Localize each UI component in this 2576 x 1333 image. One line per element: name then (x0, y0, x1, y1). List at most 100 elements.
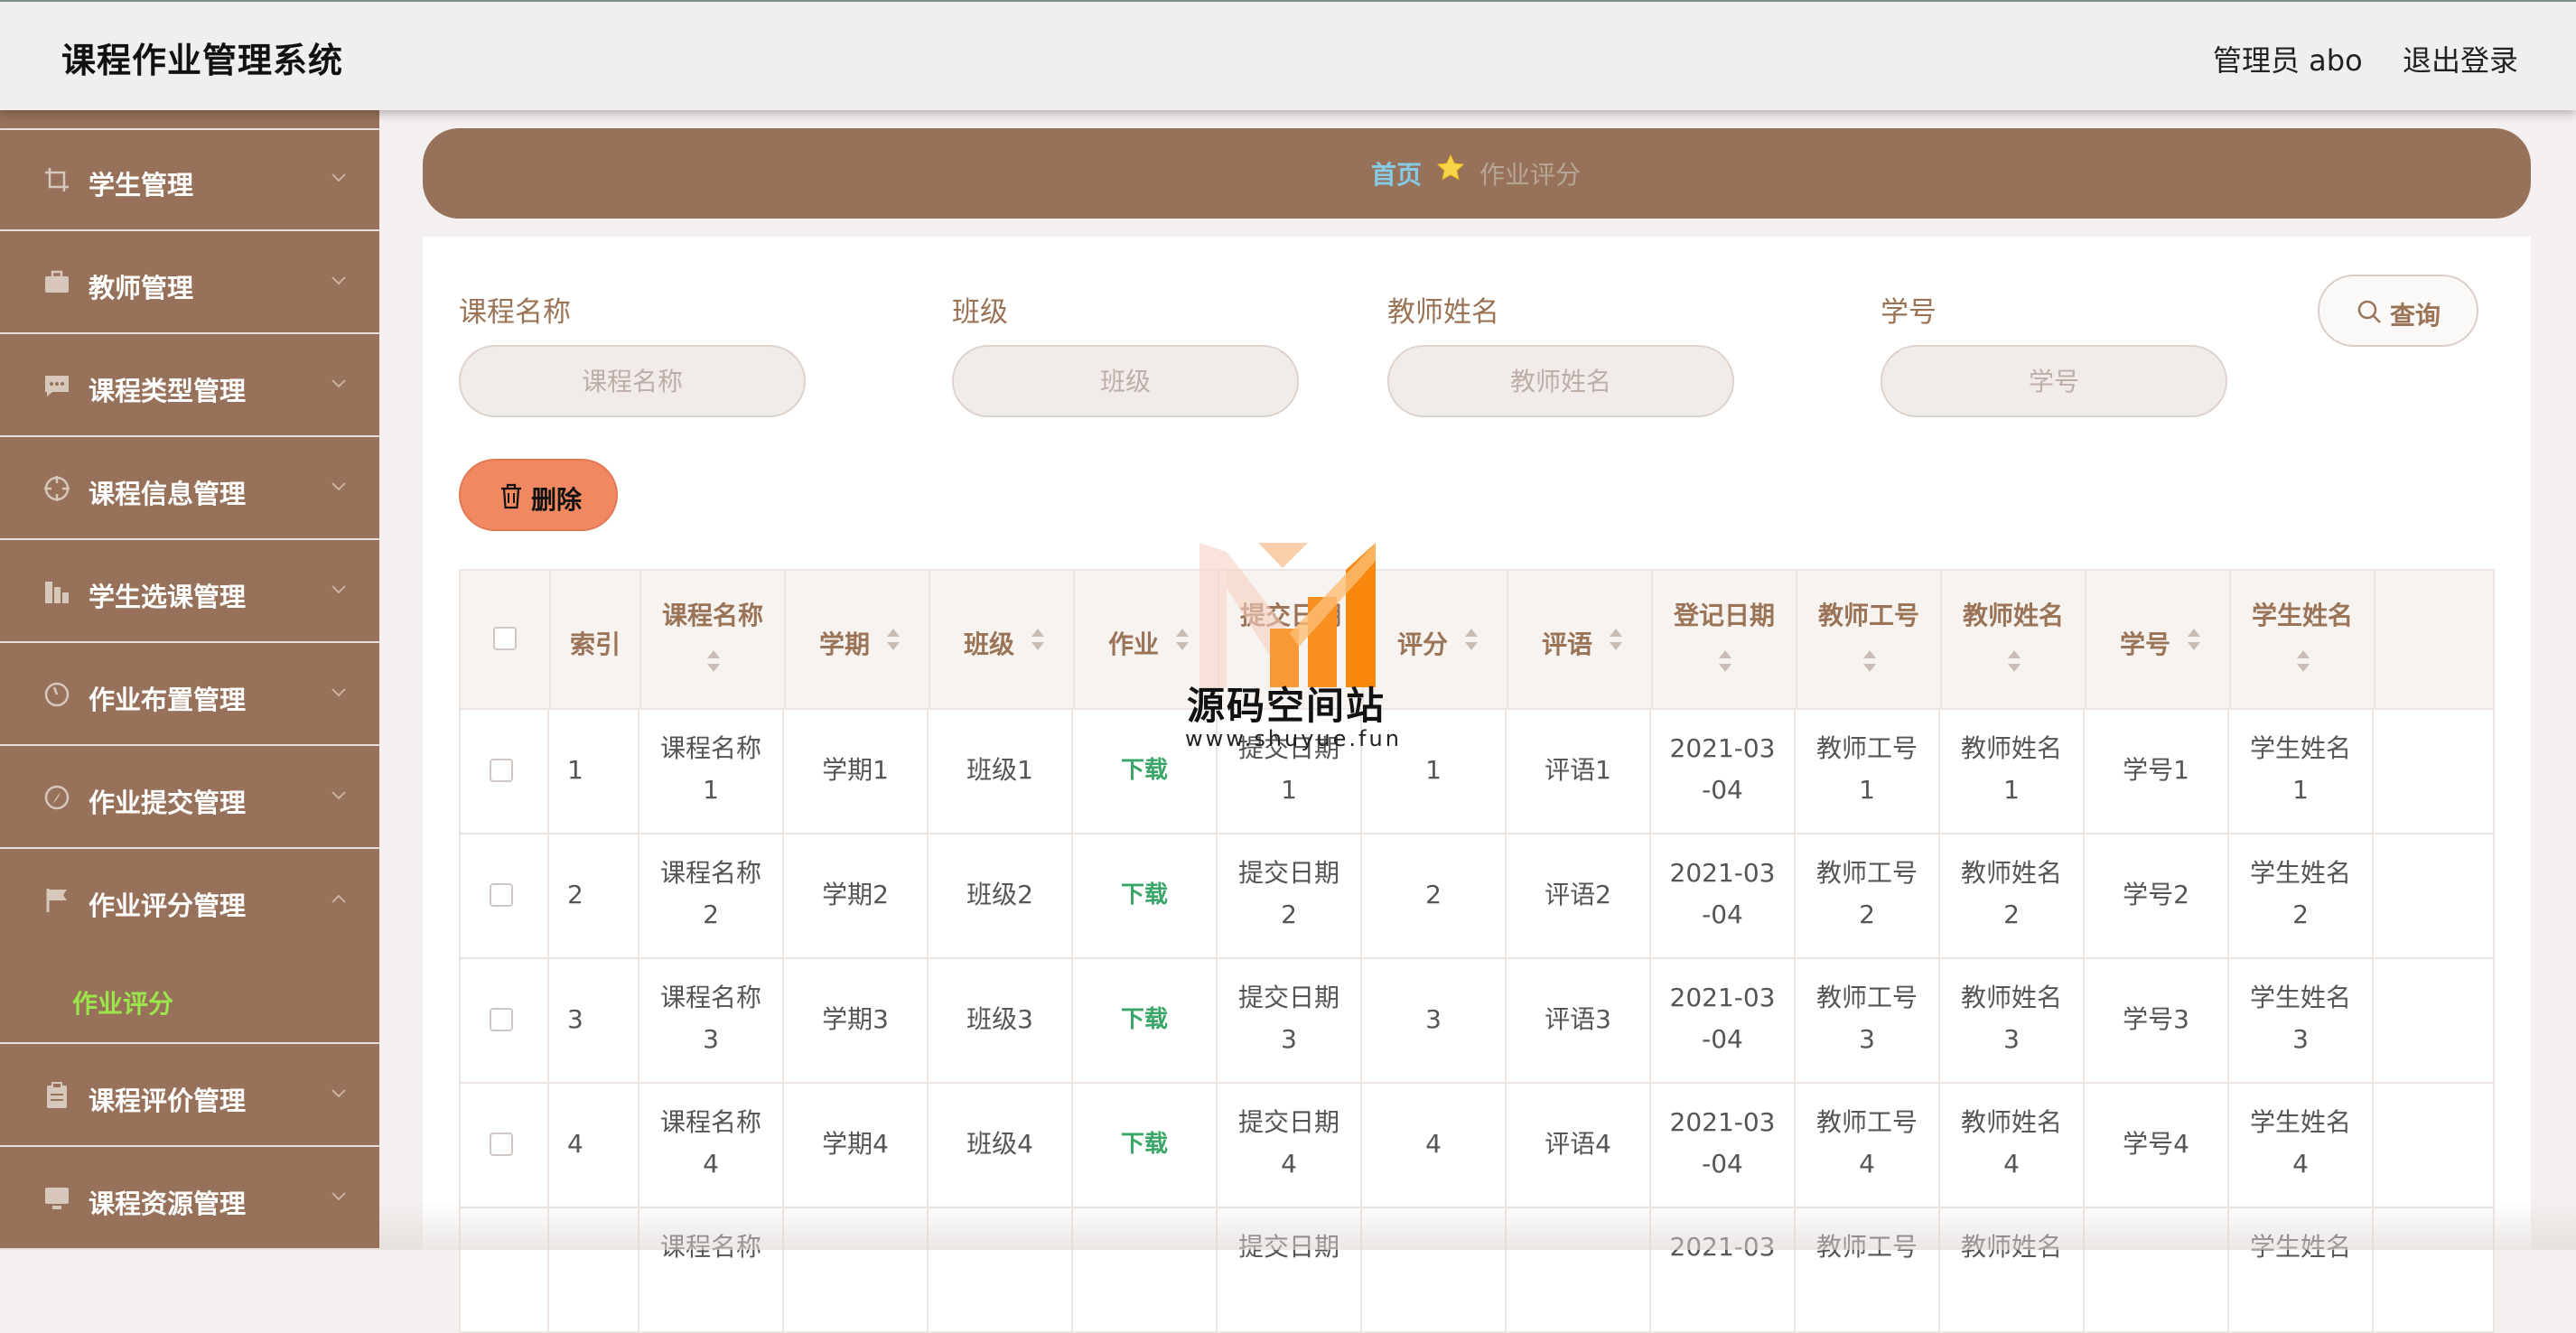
cell-submit-date: 提交日期 (1237, 858, 1339, 888)
column-header-register-date[interactable]: 登记日期 (1653, 571, 1797, 712)
cell-submit-date: 提交日期 (1237, 983, 1339, 1012)
gauge-icon (44, 682, 70, 707)
sidebar-item-grading[interactable]: 作业评分管理 作业评分 (0, 851, 379, 1044)
sidebar-item-label: 学生管理 (89, 170, 194, 200)
watermark-url: www.shuyue.fun (1185, 726, 1402, 751)
breadcrumb-home-link[interactable]: 首页 (1371, 155, 1422, 191)
sidebar-item-label: 课程信息管理 (89, 479, 247, 509)
admin-user-label: 管理员 abo (2213, 43, 2363, 78)
sidebar-item-course-type[interactable]: 课程类型管理 (0, 336, 379, 437)
column-header-class[interactable]: 班级 (930, 571, 1075, 712)
select-all-checkbox[interactable] (493, 627, 517, 650)
chevron-down-icon (331, 379, 346, 388)
sidebar: 学生管理 教师管理 课程类型管理 课程信息管理 学生选课管理 作业布置管理 作业… (0, 110, 379, 1250)
sort-icon[interactable] (1717, 648, 1733, 674)
cell-teacher-no: 教师工号 (1815, 858, 1918, 888)
star-icon (1436, 154, 1465, 181)
sort-icon[interactable] (1862, 648, 1878, 674)
cell-student-name-num: 1 (2292, 775, 2309, 805)
column-header-comment[interactable]: 评语 (1508, 571, 1653, 712)
sidebar-item-submit[interactable]: 作业提交管理 (0, 748, 379, 849)
cell-submit-date-num: 3 (1281, 1024, 1297, 1054)
chevron-down-icon (331, 173, 346, 182)
column-header-course[interactable]: 课程名称 (641, 571, 786, 712)
sort-icon[interactable] (705, 648, 722, 674)
column-header-teacher-no[interactable]: 教师工号 (1797, 571, 1942, 712)
course-name-input[interactable] (459, 345, 806, 417)
row-checkbox[interactable] (490, 883, 513, 907)
sort-icon[interactable] (2295, 648, 2311, 674)
crop-icon (45, 168, 69, 191)
sort-icon[interactable] (2006, 648, 2022, 674)
row-checkbox[interactable] (490, 759, 513, 782)
flag-icon (46, 889, 67, 912)
cell-register-date: 2021-03 (1669, 858, 1776, 888)
cell-course: 课程名称 (659, 733, 761, 763)
cell-course: 课程名称 (659, 858, 761, 888)
sidebar-item-hidden (0, 110, 379, 130)
watermark-title: 源码空间站 (1187, 684, 1386, 728)
cell-submit-date-num: 2 (1281, 900, 1297, 929)
sidebar-item-student[interactable]: 学生管理 (0, 130, 379, 231)
cell-score: 2 (1425, 880, 1442, 909)
cell-teacher-no: 教师工号 (1815, 983, 1918, 1012)
sort-icon[interactable] (1030, 627, 1046, 652)
column-header-index[interactable]: 索引 (551, 571, 641, 712)
student-no-input[interactable] (1881, 345, 2227, 417)
cell-register-date: 2021-03 (1669, 733, 1776, 763)
column-header-student-no[interactable]: 学号 (2086, 571, 2231, 712)
cell-comment: 评语1 (1545, 755, 1611, 785)
sidebar-item-course-select[interactable]: 学生选课管理 (0, 542, 379, 643)
column-header-term[interactable]: 学期 (786, 571, 930, 712)
sort-icon[interactable] (885, 627, 901, 652)
download-link[interactable]: 下载 (1073, 874, 1216, 916)
cell-teacher-no: 教师工号 (1815, 1107, 1918, 1137)
sidebar-subitem-grading[interactable]: 作业评分 (72, 984, 173, 1021)
column-header-teacher-name[interactable]: 教师姓名 (1942, 571, 2086, 712)
table-row[interactable]: 4 课程名称 4 学期4 班级4 下载 提交日期 4 4 评语4 2021-03 -0… (459, 1084, 2495, 1208)
cell-register-date: 2021-03 (1669, 1107, 1776, 1137)
sidebar-item-teacher[interactable]: 教师管理 (0, 233, 379, 334)
sidebar-item-label: 作业提交管理 (89, 788, 247, 818)
chevron-down-icon (331, 791, 346, 800)
table-row[interactable]: 2 课程名称 2 学期2 班级2 下载 提交日期 2 2 评语2 2021-03 -0… (459, 834, 2495, 959)
sidebar-item-label: 课程资源管理 (89, 1189, 247, 1219)
sort-icon[interactable] (1463, 627, 1479, 652)
sort-icon[interactable] (1608, 627, 1624, 652)
table-row[interactable]: 1 课程名称 1 学期1 班级1 下载 提交日期 1 1 评语1 2021-03 -0… (459, 710, 2495, 834)
table-row[interactable]: 课程名称 提交日期 2021-03 教师工号 教师姓名 学生姓名 (459, 1208, 2495, 1333)
cell-comment: 评语2 (1545, 880, 1611, 909)
teacher-name-input[interactable] (1387, 345, 1734, 417)
cell-student-name-num: 4 (2292, 1149, 2309, 1179)
cell-student-no: 学号2 (2123, 880, 2189, 909)
cell-teacher-no: 教师工号 (1815, 1232, 1918, 1262)
sidebar-item-label: 课程类型管理 (89, 376, 247, 406)
cell-comment: 评语4 (1545, 1129, 1611, 1159)
cell-teacher-name: 教师姓名 (1960, 1232, 2062, 1262)
table-row[interactable]: 3 课程名称 3 学期3 班级3 下载 提交日期 3 3 评语3 2021-03 -0… (459, 959, 2495, 1084)
class-input[interactable] (952, 345, 1299, 417)
sidebar-item-assign[interactable]: 作业布置管理 (0, 645, 379, 746)
cell-submit-date: 提交日期 (1237, 1107, 1339, 1137)
cell-comment: 评语3 (1545, 1004, 1611, 1034)
sort-icon[interactable] (1174, 627, 1190, 652)
sidebar-item-resources[interactable]: 课程资源管理 (0, 1149, 379, 1250)
download-link[interactable]: 下载 (1073, 999, 1216, 1040)
logout-button[interactable]: 退出登录 (2403, 38, 2518, 79)
download-link[interactable]: 下载 (1073, 750, 1216, 791)
sidebar-item-label: 作业评分管理 (89, 890, 247, 921)
sidebar-item-course-info[interactable]: 课程信息管理 (0, 439, 379, 540)
cell-score: 4 (1425, 1129, 1442, 1159)
row-checkbox[interactable] (490, 1008, 513, 1031)
cell-register-date-2: -04 (1702, 1149, 1743, 1179)
column-header-student-name[interactable]: 学生姓名 (2231, 571, 2375, 712)
cell-teacher-no-num: 2 (1859, 900, 1875, 929)
query-button[interactable]: 查询 (2318, 275, 2478, 347)
chart-icon (45, 582, 69, 603)
sidebar-item-evaluation[interactable]: 课程评价管理 (0, 1046, 379, 1147)
delete-button[interactable]: 删除 (459, 459, 618, 531)
download-link[interactable]: 下载 (1073, 1123, 1216, 1165)
row-checkbox[interactable] (490, 1133, 513, 1156)
sort-icon[interactable] (2186, 627, 2202, 652)
chevron-down-icon (331, 482, 346, 491)
